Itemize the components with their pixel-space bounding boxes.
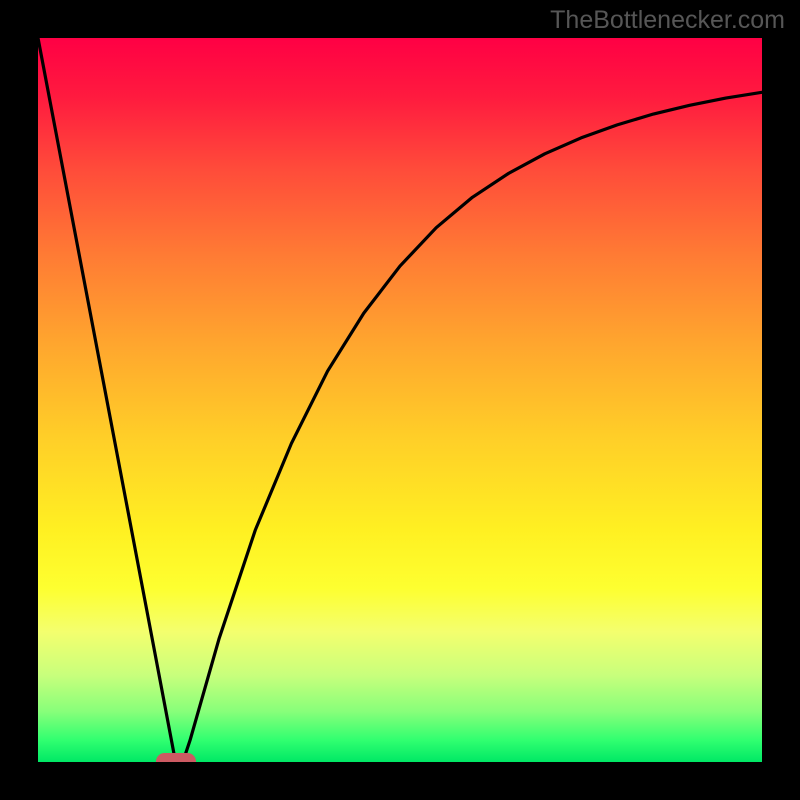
bottleneck-curve <box>38 38 762 762</box>
watermark: TheBottlenecker.com <box>550 6 785 35</box>
plot-area <box>38 38 762 762</box>
optimum-marker <box>156 753 196 762</box>
chart-frame: TheBottlenecker.com <box>0 0 800 800</box>
